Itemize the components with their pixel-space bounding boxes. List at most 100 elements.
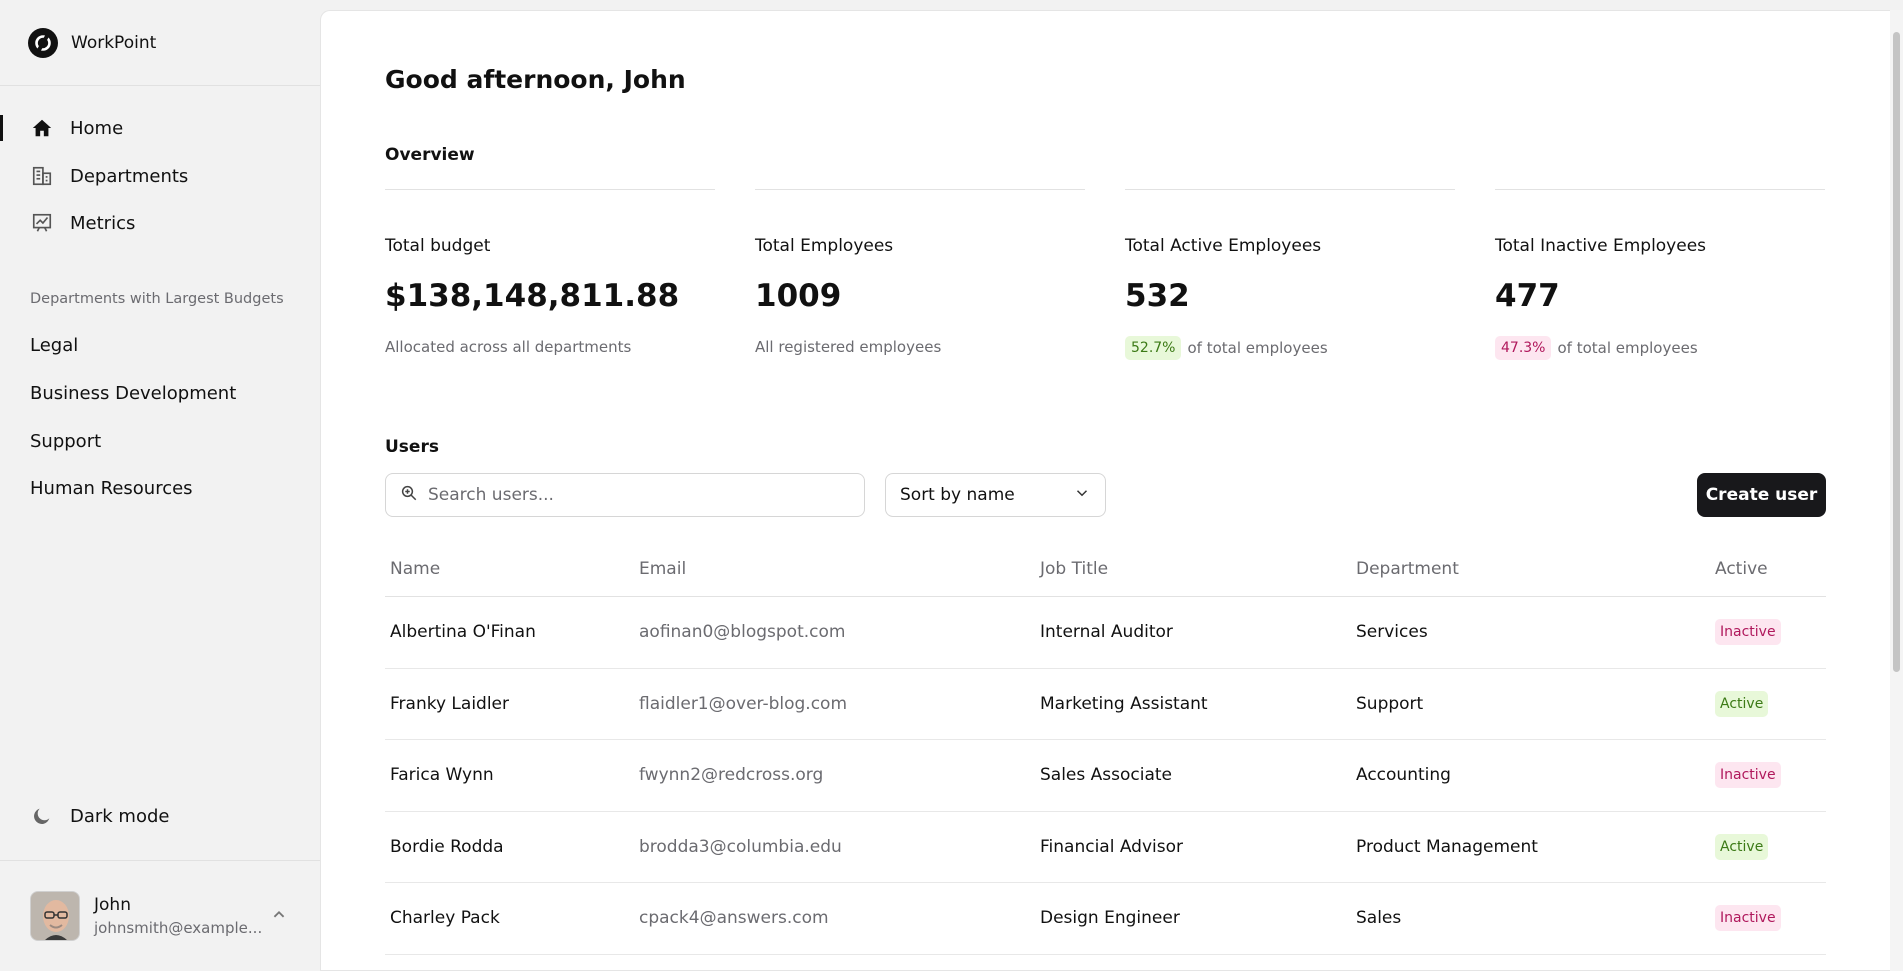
page-title: Good afternoon, John — [385, 65, 686, 94]
column-header-department[interactable]: Department — [1351, 559, 1710, 579]
sort-select-value: Sort by name — [900, 485, 1015, 505]
user-menu[interactable]: John johnsmith@example... — [30, 890, 290, 942]
status-badge: Inactive — [1715, 762, 1781, 789]
status-badge: Inactive — [1715, 905, 1781, 932]
cell-department: Sales — [1356, 908, 1402, 929]
sidebar-item-metrics[interactable]: Metrics — [30, 208, 135, 238]
stat-subtext: 47.3% of total employees — [1495, 336, 1698, 360]
search-icon — [400, 484, 418, 506]
sort-select[interactable]: Sort by name — [885, 473, 1106, 517]
cell-email: fwynn2@redcross.org — [639, 765, 824, 786]
table-row[interactable]: Franky Laidler flaidler1@over-blog.com M… — [385, 669, 1826, 740]
column-header-active[interactable]: Active — [1710, 559, 1826, 579]
sidebar-divider — [0, 860, 320, 861]
stat-subtext: All registered employees — [755, 338, 941, 356]
cell-email: flaidler1@over-blog.com — [639, 693, 848, 714]
sidebar-item-home[interactable]: Home — [30, 113, 123, 143]
home-icon — [30, 116, 54, 140]
column-header-email[interactable]: Email — [634, 559, 1035, 579]
sidebar-item-label: Departments — [70, 165, 189, 187]
column-header-job-title[interactable]: Job Title — [1035, 559, 1351, 579]
user-name: John — [94, 895, 131, 915]
cell-department: Accounting — [1356, 765, 1451, 786]
stat-label: Total Inactive Employees — [1495, 236, 1707, 256]
table-row[interactable]: Bordie Rodda brodda3@columbia.edu Financ… — [385, 812, 1826, 883]
stat-subtext: 52.7% of total employees — [1125, 336, 1328, 360]
cell-job-title: Design Engineer — [1040, 908, 1180, 929]
nav-active-indicator — [0, 115, 3, 141]
page-scrollbar[interactable] — [1890, 10, 1903, 971]
dark-mode-toggle[interactable]: Dark mode — [30, 801, 169, 831]
sidebar-item-departments[interactable]: Departments — [30, 161, 188, 191]
stat-label: Total Employees — [755, 236, 894, 256]
users-heading: Users — [385, 437, 439, 457]
chevron-up-icon[interactable] — [268, 904, 290, 926]
stat-card-total-employees: Total Employees 1009 All registered empl… — [755, 189, 1085, 356]
app-name: WorkPoint — [71, 33, 157, 53]
stat-card-total-inactive: Total Inactive Employees 477 47.3% of to… — [1495, 189, 1825, 360]
user-email: johnsmith@example... — [94, 919, 263, 937]
stat-subtext-label: All registered employees — [755, 338, 942, 356]
cell-email: brodda3@columbia.edu — [639, 836, 842, 857]
cell-department: Product Management — [1356, 836, 1538, 857]
cell-department: Services — [1356, 622, 1428, 643]
cell-job-title: Financial Advisor — [1040, 836, 1183, 857]
overview-heading: Overview — [385, 145, 475, 165]
sidebar: WorkPoint Home Departments Metrics Depar… — [0, 0, 320, 971]
percentage-badge: 47.3% — [1495, 336, 1552, 360]
cell-email: aofinan0@blogspot.com — [639, 622, 846, 643]
chevron-down-icon — [1073, 484, 1091, 507]
cell-name: Farica Wynn — [390, 765, 494, 786]
search-box[interactable] — [385, 473, 865, 517]
stat-subtext-label: Allocated across all departments — [385, 338, 632, 356]
chart-icon — [30, 211, 54, 235]
section-label: Departments with Largest Budgets — [30, 291, 284, 307]
cell-email: cpack4@answers.com — [639, 908, 829, 929]
sidebar-dept-business-development[interactable]: Business Development — [30, 383, 236, 404]
avatar — [30, 891, 80, 941]
stat-value: 1009 — [755, 278, 842, 314]
cell-name: Charley Pack — [390, 908, 500, 929]
stat-subtext: Allocated across all departments — [385, 338, 631, 356]
table-row[interactable]: Farica Wynn fwynn2@redcross.org Sales As… — [385, 740, 1826, 812]
table-row[interactable]: Charley Pack cpack4@answers.com Design E… — [385, 883, 1826, 955]
brand[interactable]: WorkPoint — [28, 27, 156, 59]
stat-label: Total Active Employees — [1125, 236, 1322, 256]
percentage-badge: 52.7% — [1125, 336, 1182, 360]
stat-value: 477 — [1495, 278, 1560, 314]
sidebar-item-label: Home — [70, 117, 124, 139]
sidebar-dept-support[interactable]: Support — [30, 431, 101, 452]
sidebar-divider — [0, 85, 320, 86]
table-row[interactable]: Albertina O'Finan aofinan0@blogspot.com … — [385, 597, 1826, 669]
create-user-button[interactable]: Create user — [1697, 473, 1826, 517]
cell-department: Support — [1356, 693, 1424, 714]
cell-job-title: Internal Auditor — [1040, 622, 1173, 643]
users-table: Name Email Job Title Department Active A… — [385, 541, 1826, 955]
cell-name: Bordie Rodda — [390, 836, 504, 857]
cell-name: Albertina O'Finan — [390, 622, 536, 643]
moon-icon — [30, 804, 54, 828]
status-badge: Active — [1715, 690, 1769, 717]
status-badge: Inactive — [1715, 619, 1781, 646]
stat-label: Total budget — [385, 236, 491, 256]
sidebar-dept-human-resources[interactable]: Human Resources — [30, 478, 193, 499]
sidebar-item-label: Metrics — [70, 212, 136, 234]
building-icon — [30, 164, 54, 188]
cell-job-title: Sales Associate — [1040, 765, 1173, 786]
sidebar-dept-legal[interactable]: Legal — [30, 335, 78, 356]
main-panel: Good afternoon, John Overview Total budg… — [320, 10, 1890, 971]
status-badge: Active — [1715, 833, 1769, 860]
column-header-name[interactable]: Name — [385, 559, 634, 579]
stat-value: 532 — [1125, 278, 1190, 314]
search-input[interactable] — [428, 485, 848, 505]
stat-subtext-label: of total employees — [1187, 339, 1328, 357]
stat-card-total-budget: Total budget $138,148,811.88 Allocated a… — [385, 189, 715, 356]
dark-mode-label: Dark mode — [70, 805, 170, 827]
cell-job-title: Marketing Assistant — [1040, 693, 1208, 714]
stat-subtext-label: of total employees — [1557, 339, 1698, 357]
scrollbar-thumb[interactable] — [1893, 32, 1900, 672]
workpoint-logo-icon — [28, 28, 58, 58]
table-header: Name Email Job Title Department Active — [385, 541, 1826, 597]
cell-name: Franky Laidler — [390, 693, 509, 714]
stat-card-total-active: Total Active Employees 532 52.7% of tota… — [1125, 189, 1455, 360]
